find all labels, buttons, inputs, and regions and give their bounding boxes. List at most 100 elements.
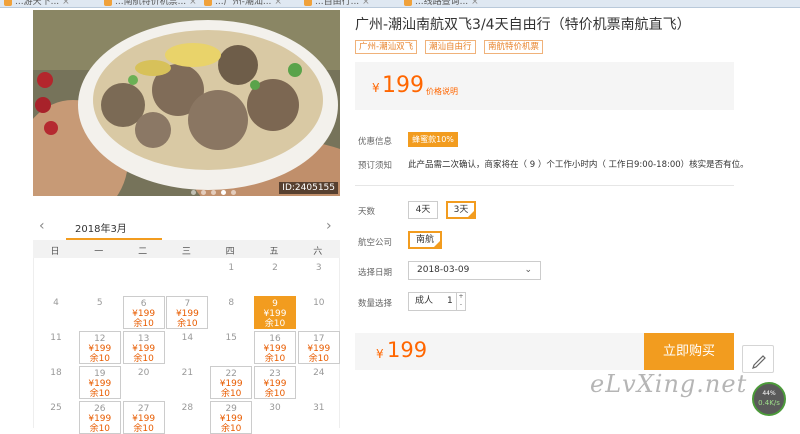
quantity-steps[interactable]: + - xyxy=(456,293,465,310)
calendar-day-available[interactable]: 6 ¥199 余10 xyxy=(122,296,165,329)
calendar-day-available[interactable]: 13 ¥199 余10 xyxy=(122,331,165,364)
tab-favicon-icon xyxy=(404,0,412,6)
day-price: ¥199 xyxy=(132,309,156,319)
quantity-stepper[interactable]: 成人 1 + - xyxy=(408,292,466,311)
calendar-day-available[interactable]: 26 ¥199 余10 xyxy=(78,401,121,434)
calendar-grid: 1 2 3 4 5 6 ¥199 余10 7 ¥199 余10 8 9 ¥199 余10 10 11 12 ¥199… xyxy=(33,258,340,434)
booking-label: 预订须知 xyxy=(358,161,393,171)
tab-favicon-icon xyxy=(104,0,112,6)
day-price: ¥199 xyxy=(88,379,112,389)
increase-icon[interactable]: + xyxy=(458,293,463,300)
day-remaining: 余10 xyxy=(177,319,198,329)
close-tab-icon[interactable]: × xyxy=(62,0,70,7)
gallery-dot[interactable] xyxy=(221,190,226,195)
day-number: 10 xyxy=(313,298,325,308)
calendar-month[interactable]: 2018年3月 xyxy=(75,220,127,235)
day-price: ¥199 xyxy=(219,379,243,389)
calendar-day-available[interactable]: 16 ¥199 余10 xyxy=(254,331,296,364)
next-month-icon[interactable]: › xyxy=(326,218,332,234)
quantity-label: 数量选择 xyxy=(358,299,393,309)
browser-tab-label: ...线路查询... xyxy=(415,0,469,7)
day-number: 3 xyxy=(315,263,322,273)
day-number: 18 xyxy=(50,368,62,378)
day-remaining: 余10 xyxy=(89,354,111,364)
day-number: 28 xyxy=(181,403,194,413)
speed-percent: 44% xyxy=(762,390,776,397)
product-tag[interactable]: 潮汕自由行 xyxy=(425,40,476,54)
gallery-dot[interactable] xyxy=(191,190,196,195)
day-remaining: 余10 xyxy=(220,389,242,399)
date-select-value: 2018-03-09 xyxy=(417,265,470,275)
date-select[interactable]: 2018-03-09 ⌄ xyxy=(408,261,541,280)
calendar-day-available[interactable]: 29 ¥199 余10 xyxy=(210,401,253,434)
day-number: 31 xyxy=(313,403,325,413)
airline-option[interactable]: 南航 xyxy=(408,231,442,249)
calendar-day: 30 xyxy=(254,401,296,434)
prev-month-icon[interactable]: ‹ xyxy=(39,218,45,234)
calendar-day-available[interactable]: 9 ¥199 余10 xyxy=(254,296,296,329)
quantity-type: 成人 xyxy=(415,296,434,306)
day-number: 30 xyxy=(269,403,281,413)
browser-tab[interactable]: ...南航特价机票... × xyxy=(104,0,197,7)
product-photo[interactable]: ID:2405155 xyxy=(33,10,340,196)
pencil-icon xyxy=(752,355,766,369)
weekday-label: 六 xyxy=(313,247,323,257)
day-number: 2 xyxy=(272,263,278,273)
calendar-day-available[interactable]: 23 ¥199 余10 xyxy=(254,366,296,399)
calendar-day: 24 xyxy=(298,366,340,399)
calendar-day: 10 xyxy=(298,296,340,329)
calendar-day: 15 xyxy=(210,331,252,364)
price-value: 199 xyxy=(382,73,424,98)
calendar-day: 28 xyxy=(166,401,208,434)
product-tag[interactable]: 南航特价机票 xyxy=(484,40,544,54)
calendar-day-available[interactable]: 12 ¥199 余10 xyxy=(78,331,121,364)
day-number: 20 xyxy=(137,368,150,378)
calendar-day-available[interactable]: 19 ¥199 余10 xyxy=(78,366,121,399)
quantity-value: 1 xyxy=(447,296,453,306)
tab-favicon-icon xyxy=(4,0,12,6)
gallery-dot[interactable] xyxy=(201,190,206,195)
tab-favicon-icon xyxy=(204,0,212,6)
gallery-dot[interactable] xyxy=(231,190,236,195)
calendar-day-available[interactable]: 27 ¥199 余10 xyxy=(122,401,165,434)
calendar-day: 18 xyxy=(35,366,77,399)
close-tab-icon[interactable]: × xyxy=(471,0,479,7)
network-speed-widget: 44% 0.4K/s xyxy=(752,382,786,416)
calendar-day: 11 xyxy=(35,331,77,364)
browser-tab-label: ...游天下... xyxy=(15,0,60,7)
browser-tab[interactable]: ...广州-潮汕... × xyxy=(204,0,282,7)
weekday-label: 一 xyxy=(94,247,104,257)
total-price: 199 xyxy=(387,338,428,362)
browser-tab-label: ...自由行... xyxy=(315,0,360,7)
calendar-day-available[interactable]: 22 ¥199 余10 xyxy=(210,366,253,399)
close-tab-icon[interactable]: × xyxy=(274,0,282,7)
price-panel: ¥ 199 价格说明 xyxy=(355,62,734,110)
gallery-dot[interactable] xyxy=(211,190,216,195)
speed-rate: 0.4K/s xyxy=(758,399,780,407)
browser-tab[interactable]: ...游天下... × xyxy=(4,0,70,7)
browser-tab[interactable]: ...自由行... × xyxy=(304,0,370,7)
calendar-day: 2 xyxy=(254,261,296,294)
day-number: 13 xyxy=(137,334,150,344)
day-remaining: 余10 xyxy=(89,424,111,434)
day-remaining: 余10 xyxy=(89,389,111,399)
days-option-4[interactable]: 4天 xyxy=(408,201,438,219)
airline-label: 航空公司 xyxy=(358,238,393,248)
product-tag[interactable]: 广州-潮汕双飞 xyxy=(355,40,418,54)
calendar-day-available[interactable]: 7 ¥199 余10 xyxy=(166,296,209,329)
close-tab-icon[interactable]: × xyxy=(362,0,370,7)
buy-now-button[interactable]: 立即购买 xyxy=(644,333,734,370)
day-remaining: 余10 xyxy=(264,354,286,364)
calendar-day-available[interactable]: 17 ¥199 余10 xyxy=(297,331,340,364)
close-tab-icon[interactable]: × xyxy=(189,0,197,7)
browser-tab[interactable]: ...线路查询... × xyxy=(404,0,479,7)
price-note-link[interactable]: 价格说明 xyxy=(426,86,458,97)
day-price: ¥199 xyxy=(263,309,287,319)
edit-feedback-button[interactable] xyxy=(742,345,774,373)
day-number: 15 xyxy=(225,333,237,343)
days-option-3[interactable]: 3天 xyxy=(446,201,476,219)
day-number: 12 xyxy=(94,334,106,344)
tab-favicon-icon xyxy=(304,0,312,6)
food-bowl-image xyxy=(33,10,340,196)
decrease-icon[interactable]: - xyxy=(460,301,462,308)
